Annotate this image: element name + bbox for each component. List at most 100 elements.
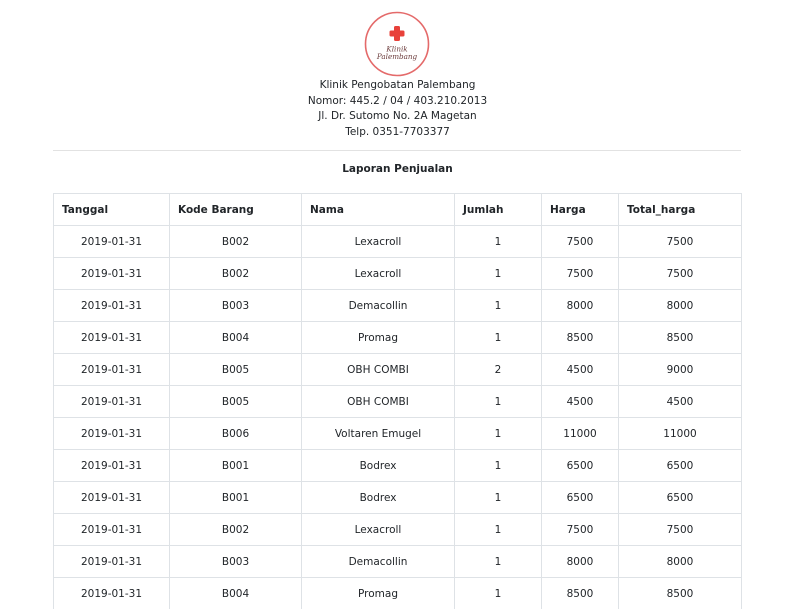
logo-text-line2: Palembang [376, 52, 418, 61]
cell-tanggal: 2019-01-31 [53, 449, 170, 482]
cell-total-harga: 8500 [618, 321, 742, 354]
cell-nama: Promag [301, 577, 455, 609]
cell-jumlah: 1 [454, 225, 542, 258]
cell-tanggal: 2019-01-31 [53, 577, 170, 609]
cell-jumlah: 1 [454, 449, 542, 482]
cell-total-harga: 8000 [618, 289, 742, 322]
cell-total-harga: 6500 [618, 481, 742, 514]
table-row: 2019-01-31 B004 Promag 1 8500 8500 [53, 577, 742, 609]
cell-kode-barang: B001 [169, 481, 302, 514]
cell-nama: Bodrex [301, 449, 455, 482]
cell-kode-barang: B003 [169, 545, 302, 578]
cell-kode-barang: B003 [169, 289, 302, 322]
clinic-phone: Telp. 0351-7703377 [345, 126, 450, 139]
sales-report-table: Tanggal Kode Barang Nama Jumlah Harga To… [53, 193, 742, 609]
table-row: 2019-01-31 B005 OBH COMBI 1 4500 4500 [53, 385, 742, 418]
cell-harga: 7500 [541, 225, 619, 258]
cell-harga: 8500 [541, 577, 619, 609]
cell-harga: 6500 [541, 481, 619, 514]
cell-kode-barang: B005 [169, 385, 302, 418]
cell-nama: Voltaren Emugel [301, 417, 455, 450]
cell-total-harga: 8000 [618, 545, 742, 578]
cell-kode-barang: B001 [169, 449, 302, 482]
cell-harga: 4500 [541, 353, 619, 386]
cell-kode-barang: B006 [169, 417, 302, 450]
cell-total-harga: 8500 [618, 577, 742, 609]
table-row: 2019-01-31 B002 Lexacroll 1 7500 7500 [53, 513, 742, 546]
report-title: Laporan Penjualan [342, 163, 453, 175]
cell-nama: OBH COMBI [301, 385, 455, 418]
cell-jumlah: 1 [454, 321, 542, 354]
column-header-tanggal: Tanggal [53, 193, 170, 226]
cell-tanggal: 2019-01-31 [53, 481, 170, 514]
header-divider [53, 150, 741, 151]
cell-harga: 4500 [541, 385, 619, 418]
cell-harga: 6500 [541, 449, 619, 482]
cell-jumlah: 1 [454, 385, 542, 418]
cell-tanggal: 2019-01-31 [53, 417, 170, 450]
cell-nama: Lexacroll [301, 513, 455, 546]
cell-total-harga: 9000 [618, 353, 742, 386]
cell-harga: 8000 [541, 289, 619, 322]
cell-tanggal: 2019-01-31 [53, 225, 170, 258]
table-row: 2019-01-31 B004 Promag 1 8500 8500 [53, 321, 742, 354]
table-row: 2019-01-31 B003 Demacollin 1 8000 8000 [53, 545, 742, 578]
table-row: 2019-01-31 B003 Demacollin 1 8000 8000 [53, 289, 742, 322]
cell-tanggal: 2019-01-31 [53, 321, 170, 354]
cell-jumlah: 1 [454, 545, 542, 578]
cell-nama: OBH COMBI [301, 353, 455, 386]
cell-nama: Bodrex [301, 481, 455, 514]
cell-jumlah: 1 [454, 257, 542, 290]
cell-total-harga: 7500 [618, 257, 742, 290]
column-header-harga: Harga [541, 193, 619, 226]
cell-tanggal: 2019-01-31 [53, 513, 170, 546]
column-header-jumlah: Jumlah [454, 193, 542, 226]
cell-tanggal: 2019-01-31 [53, 289, 170, 322]
cell-total-harga: 6500 [618, 449, 742, 482]
table-row: 2019-01-31 B001 Bodrex 1 6500 6500 [53, 481, 742, 514]
table-header-row: Tanggal Kode Barang Nama Jumlah Harga To… [53, 193, 742, 226]
cell-harga: 7500 [541, 513, 619, 546]
table-body: 2019-01-31 B002 Lexacroll 1 7500 7500 2019-01-… [53, 225, 742, 609]
cell-total-harga: 11000 [618, 417, 742, 450]
cell-total-harga: 7500 [618, 225, 742, 258]
cell-tanggal: 2019-01-31 [53, 545, 170, 578]
clinic-address: Jl. Dr. Sutomo No. 2A Magetan [318, 110, 477, 123]
cell-tanggal: 2019-01-31 [53, 353, 170, 386]
cell-jumlah: 1 [454, 417, 542, 450]
cell-nama: Promag [301, 321, 455, 354]
cell-harga: 8000 [541, 545, 619, 578]
clinic-number: Nomor: 445.2 / 04 / 403.210.2013 [307, 94, 488, 107]
table-row: 2019-01-31 B002 Lexacroll 1 7500 7500 [53, 225, 742, 258]
cell-jumlah: 2 [454, 353, 542, 386]
cell-tanggal: 2019-01-31 [53, 385, 170, 418]
cell-nama: Lexacroll [301, 257, 455, 290]
cell-harga: 8500 [541, 321, 619, 354]
cell-jumlah: 1 [454, 513, 542, 546]
cell-harga: 11000 [541, 417, 619, 450]
clinic-name: Klinik Pengobatan Palembang [319, 79, 476, 91]
cell-kode-barang: B002 [169, 513, 302, 546]
table-row: 2019-01-31 B002 Lexacroll 1 7500 7500 [53, 257, 742, 290]
cell-kode-barang: B004 [169, 321, 302, 354]
cell-jumlah: 1 [454, 289, 542, 322]
cell-nama: Demacollin [301, 289, 455, 322]
table-row: 2019-01-31 B005 OBH COMBI 2 4500 9000 [53, 353, 742, 386]
clinic-logo: Klinik Palembang [364, 11, 430, 77]
cell-kode-barang: B002 [169, 225, 302, 258]
clinic-info: Klinik Pengobatan Palembang Nomor: 445.2… [0, 78, 795, 141]
table-row: 2019-01-31 B001 Bodrex 1 6500 6500 [53, 449, 742, 482]
cell-total-harga: 7500 [618, 513, 742, 546]
column-header-nama: Nama [301, 193, 455, 226]
cell-nama: Lexacroll [301, 225, 455, 258]
cell-kode-barang: B002 [169, 257, 302, 290]
cell-total-harga: 4500 [618, 385, 742, 418]
cell-nama: Demacollin [301, 545, 455, 578]
column-header-kode-barang: Kode Barang [169, 193, 302, 226]
cell-jumlah: 1 [454, 481, 542, 514]
column-header-total-harga: Total_harga [618, 193, 742, 226]
cell-kode-barang: B004 [169, 577, 302, 609]
cell-kode-barang: B005 [169, 353, 302, 386]
cell-harga: 7500 [541, 257, 619, 290]
cell-jumlah: 1 [454, 577, 542, 609]
